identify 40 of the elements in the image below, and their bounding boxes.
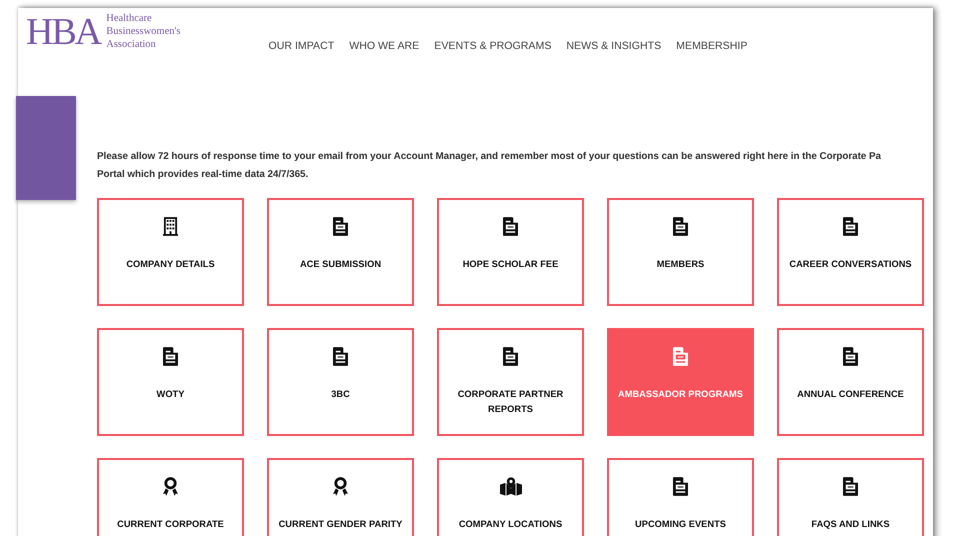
award-icon — [163, 477, 178, 496]
document-icon — [843, 477, 858, 496]
intro-text: Please allow 72 hours of response time to your email from your Account Manager, and remember most of your questions can be answered right here in the Corporate Pa — [97, 150, 881, 164]
portal-tile[interactable]: CORPORATE PARTNER REPORTS — [437, 328, 584, 436]
nav-link[interactable]: EVENTS & PROGRAMS — [434, 40, 552, 52]
nav-link[interactable]: NEWS & INSIGHTS — [566, 40, 662, 52]
portal-tile[interactable]: COMPANY DETAILS — [97, 198, 244, 306]
nav-link[interactable]: WHO WE ARE — [349, 40, 420, 52]
building-icon — [163, 217, 178, 236]
portal-tile[interactable]: WOTY — [97, 328, 244, 436]
portal-tile[interactable]: ACE SUBMISSION — [267, 198, 414, 306]
document-icon — [503, 217, 518, 236]
document-icon — [843, 347, 858, 366]
document-icon — [673, 217, 688, 236]
logo-mark[interactable]: HBA — [26, 12, 100, 52]
document-icon — [843, 217, 858, 236]
portal-tile[interactable]: MEMBERS — [607, 198, 754, 306]
nav-link[interactable]: OUR IMPACT — [268, 40, 334, 52]
portal-tile[interactable]: FAQS AND LINKS — [777, 458, 924, 536]
document-icon — [503, 347, 518, 366]
logo-text: Healthcare — [106, 12, 153, 25]
document-icon — [163, 347, 178, 366]
document-icon — [333, 217, 348, 236]
map-pin-icon — [500, 477, 522, 496]
portal-tile[interactable]: CAREER CONVERSATIONS — [777, 198, 924, 306]
portal-tile[interactable]: CURRENT CORPORATE — [97, 458, 244, 536]
portal-tile[interactable]: ANNUAL CONFERENCE — [777, 328, 924, 436]
nav-link[interactable]: MEMBERSHIP — [676, 40, 748, 52]
portal-tile[interactable]: HOPE SCHOLAR FEE — [437, 198, 584, 306]
award-icon — [333, 477, 348, 496]
portal-tile[interactable]: UPCOMING EVENTS — [607, 458, 754, 536]
portal-tile[interactable]: 3BC — [267, 328, 414, 436]
portal-tile[interactable]: COMPANY LOCATIONS — [437, 458, 584, 536]
portal-tile[interactable]: CURRENT GENDER PARITY — [267, 458, 414, 536]
intro-text: Portal which provides real-time data 24/7/365. — [97, 168, 308, 182]
logo-text: Businesswomen's — [106, 25, 180, 38]
document-icon — [333, 347, 348, 366]
logo-text: Association — [106, 38, 157, 51]
document-icon — [673, 347, 688, 366]
document-icon — [673, 477, 688, 496]
